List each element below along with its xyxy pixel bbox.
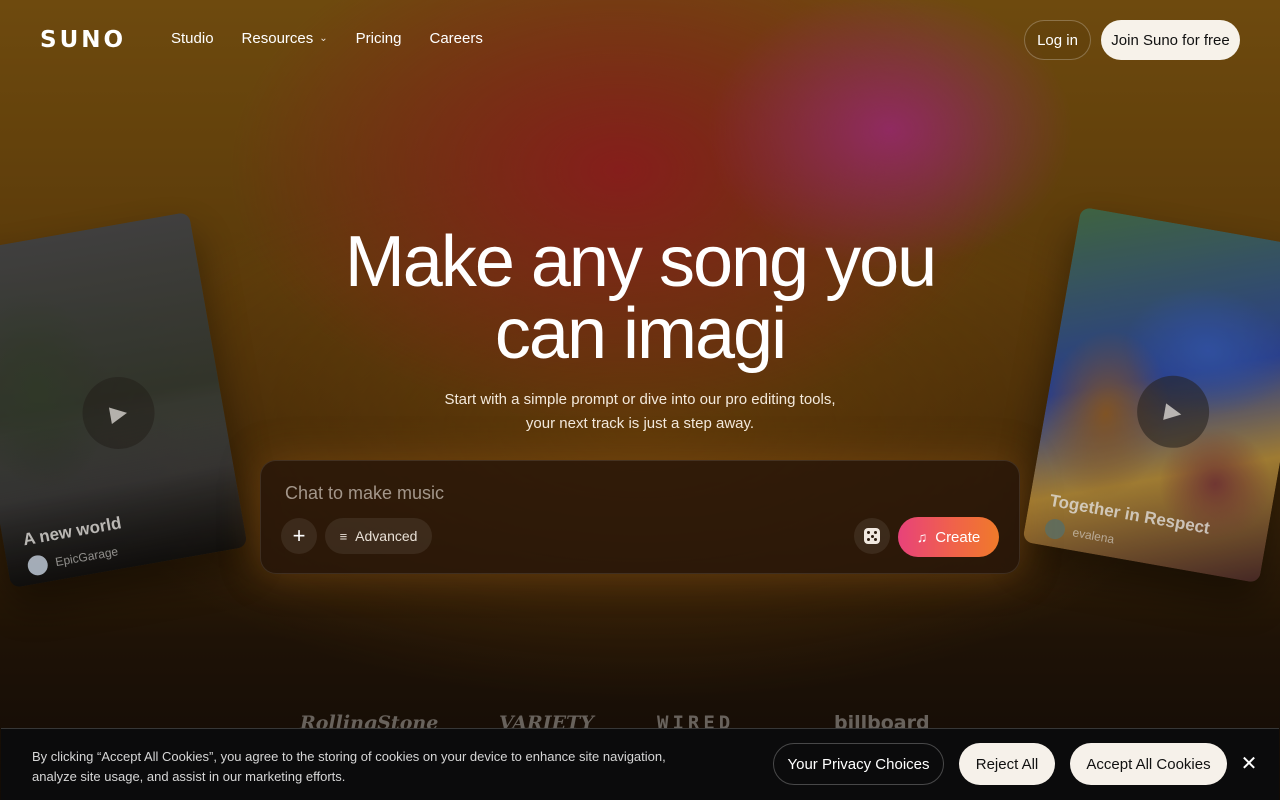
hero-title-line1: Make any song you [344, 222, 937, 302]
dice-button[interactable] [854, 518, 890, 554]
main-nav: Studio Resources ⌄ Pricing Careers [171, 30, 483, 47]
accept-all-cookies-button[interactable]: Accept All Cookies [1070, 743, 1227, 785]
hero-title: Make any song you can imagi [0, 226, 1280, 370]
avatar [1043, 517, 1067, 541]
cookie-banner: By clicking “Accept All Cookies”, you ag… [1, 728, 1279, 800]
join-button[interactable]: Join Suno for free [1101, 20, 1240, 60]
nav-studio[interactable]: Studio [171, 30, 214, 47]
prompt-input[interactable] [285, 481, 985, 505]
nav-resources[interactable]: Resources ⌄ [242, 30, 328, 47]
cookie-text: By clicking “Accept All Cookies”, you ag… [32, 749, 666, 784]
nav-pricing[interactable]: Pricing [356, 30, 402, 47]
close-icon[interactable]: ✕ [1237, 751, 1261, 775]
privacy-choices-button[interactable]: Your Privacy Choices [773, 743, 944, 785]
song-card-artist: evalena [1043, 517, 1115, 549]
play-icon[interactable]: ▶ [1131, 370, 1215, 454]
login-button[interactable]: Log in [1024, 20, 1091, 60]
song-card-artist-name: EpicGarage [54, 544, 120, 570]
nav-studio-label: Studio [171, 30, 214, 47]
hero-subtitle: Start with a simple prompt or dive into … [444, 391, 836, 432]
sliders-icon: ≡ [339, 528, 348, 544]
site-header: SUNO Studio Resources ⌄ Pricing Careers … [0, 0, 1280, 80]
music-note-icon: ♫ [916, 529, 928, 545]
dice-icon [864, 528, 880, 544]
song-card-artist-name: evalena [1071, 525, 1116, 547]
reject-all-button[interactable]: Reject All [959, 743, 1055, 785]
prompt-box: + ≡ Advanced ♫ Create [260, 460, 1020, 574]
nav-resources-label: Resources [241, 30, 314, 47]
hero-title-line2: can imagi [494, 294, 787, 374]
advanced-button[interactable]: ≡ Advanced [325, 518, 432, 554]
create-button[interactable]: ♫ Create [898, 517, 999, 557]
create-button-label: Create [935, 528, 981, 546]
nav-careers[interactable]: Careers [430, 30, 483, 47]
play-icon[interactable]: ▶ [76, 371, 161, 455]
advanced-button-label: Advanced [355, 528, 418, 544]
suno-logo[interactable]: SUNO [40, 27, 126, 53]
nav-pricing-label: Pricing [355, 30, 402, 47]
avatar [26, 553, 50, 577]
plus-icon[interactable]: + [281, 518, 317, 554]
chevron-down-icon: ⌄ [319, 33, 328, 44]
nav-careers-label: Careers [429, 30, 483, 47]
